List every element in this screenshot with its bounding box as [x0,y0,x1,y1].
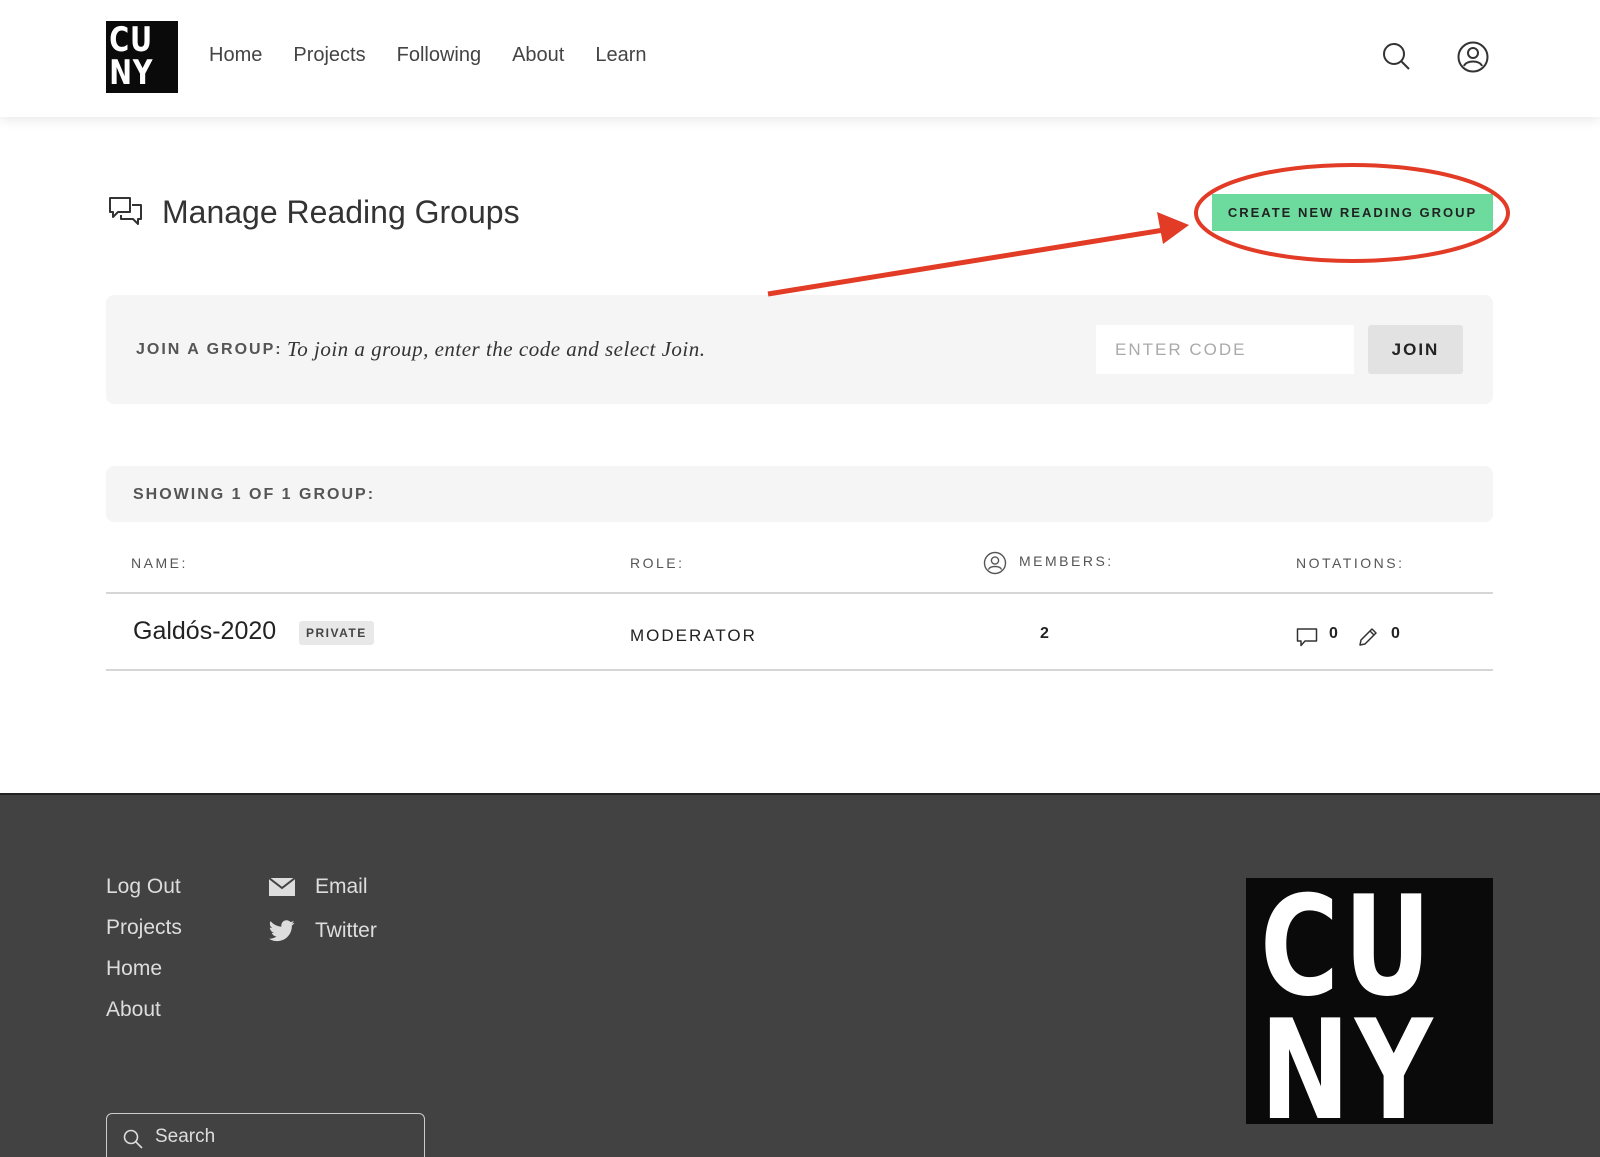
footer-projects-link[interactable]: Projects [106,916,182,940]
group-code-input[interactable] [1096,325,1354,374]
footer-email-link[interactable]: Email [315,875,368,899]
page-title: Manage Reading Groups [162,194,520,230]
groups-count: SHOWING 1 OF 1 GROUP: [133,486,376,503]
search-icon [123,1129,143,1149]
join-group-panel: JOIN A GROUP: To join a group, enter the… [106,295,1493,404]
group-comments-count: 0 [1329,625,1338,642]
group-name-link[interactable]: Galdós-2020 [133,617,276,646]
main-nav: Home Projects Following About Learn [209,44,647,67]
cuny-logo-large[interactable]: CU NY [1246,878,1493,1124]
site-header: CU NY Home Projects Following About Lear… [0,0,1600,117]
pencil-icon [1357,626,1379,653]
column-header-role: ROLE: [630,555,685,571]
table-header-divider [106,592,1493,594]
user-icon[interactable] [1456,40,1490,74]
nav-learn[interactable]: Learn [595,44,646,67]
twitter-icon [269,920,295,942]
members-icon [983,551,1007,578]
table-row-divider [106,669,1493,671]
privacy-badge: PRIVATE [299,621,374,645]
create-reading-group-button[interactable]: CREATE NEW READING GROUP [1212,194,1493,231]
groups-count-bar: SHOWING 1 OF 1 GROUP: [106,466,1493,522]
email-icon [269,877,295,896]
nav-home[interactable]: Home [209,44,262,67]
search-icon[interactable] [1380,40,1414,74]
footer-search-input[interactable] [155,1126,405,1148]
footer-social: Email Twitter [269,875,377,963]
join-group-label: JOIN A GROUP: [136,341,283,358]
footer-home-link[interactable]: Home [106,957,182,981]
group-members-count: 2 [1040,625,1049,642]
footer-search[interactable] [106,1113,425,1157]
column-header-name: NAME: [131,555,188,571]
comment-icon [1296,627,1318,654]
group-highlights-count: 0 [1391,625,1400,642]
join-button[interactable]: JOIN [1368,325,1463,374]
column-header-notations: NOTATIONS: [1296,555,1405,571]
chat-bubbles-icon [108,196,144,235]
footer-links: Log Out Projects Home About [106,875,182,1039]
footer-about-link[interactable]: About [106,998,182,1022]
site-footer: Log Out Projects Home About Email Twitte… [0,793,1600,1157]
nav-about[interactable]: About [512,44,564,67]
footer-logout-link[interactable]: Log Out [106,875,182,899]
cuny-logo[interactable]: CU NY [106,21,178,93]
nav-following[interactable]: Following [397,44,481,67]
column-header-members: MEMBERS: [1019,553,1114,569]
annotation-arrow-head [1157,212,1189,244]
join-instructions: To join a group, enter the code and sele… [287,337,706,361]
group-role: MODERATOR [630,626,757,645]
nav-projects[interactable]: Projects [293,44,365,67]
footer-twitter-link[interactable]: Twitter [315,919,377,943]
annotation-arrow-line [767,226,1171,297]
